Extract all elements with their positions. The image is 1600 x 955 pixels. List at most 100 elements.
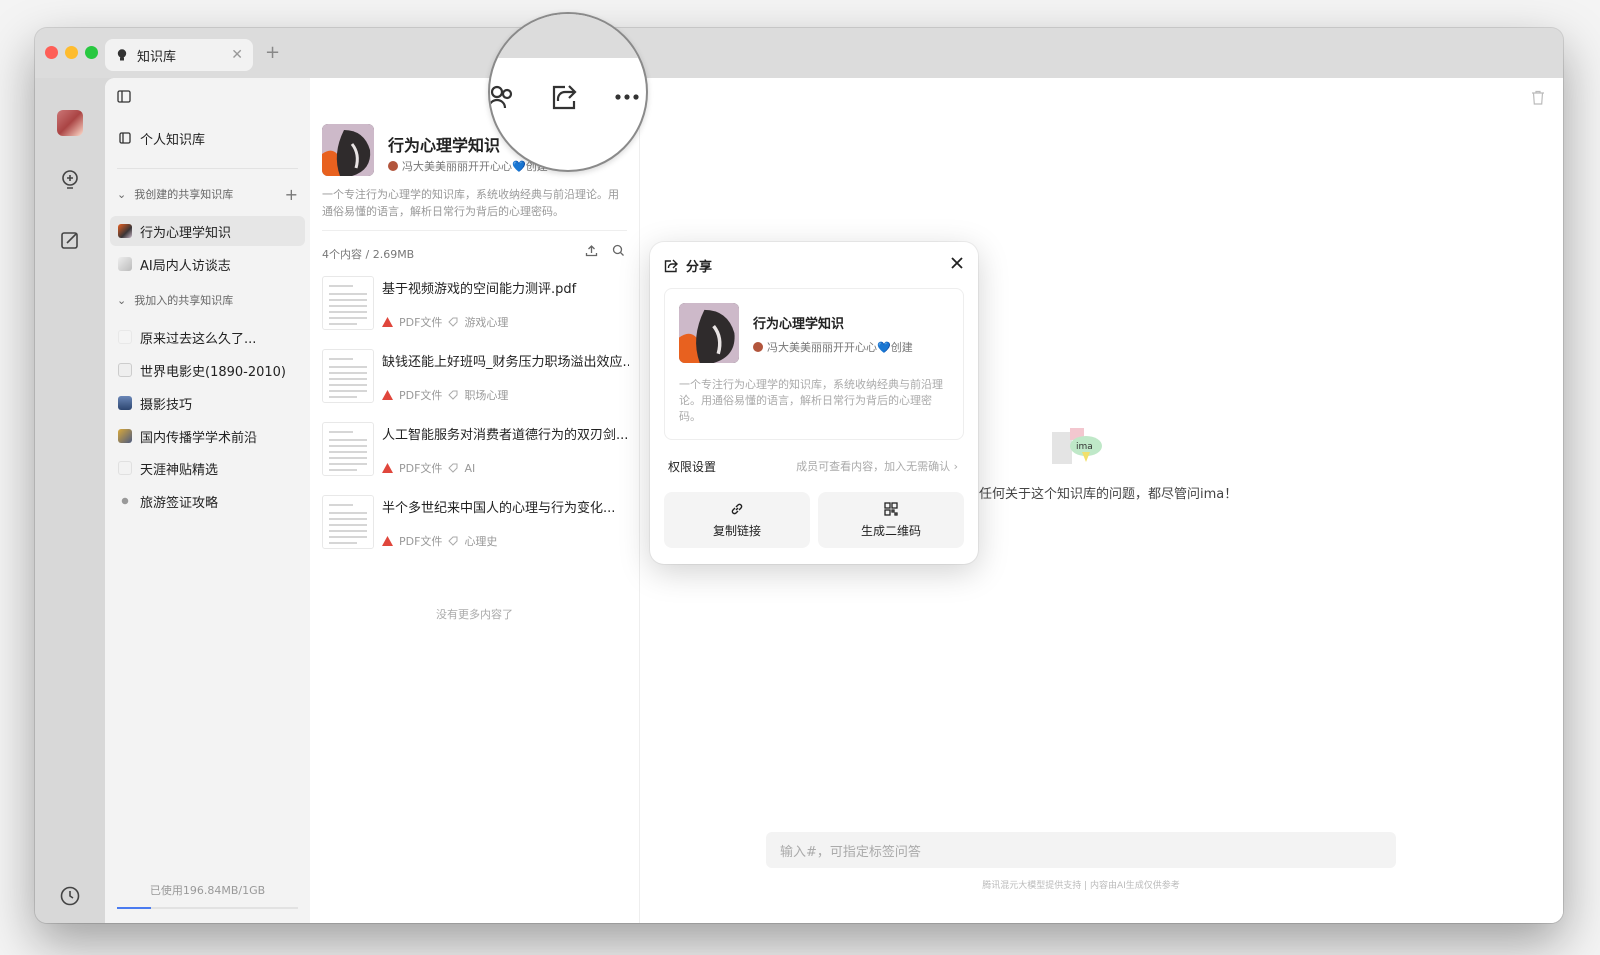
knowledge-base-nav[interactable] [58,168,82,192]
created-section-header[interactable]: ⌄ 我创建的共享知识库 + [117,184,298,204]
sidebar-item-label: AI局内人访谈志 [140,258,231,274]
share-icon [664,259,678,272]
chat-input[interactable]: 输入#，可指定标签问答 [766,832,1396,868]
minimize-window-button[interactable] [65,46,78,59]
share-dialog-header: 分享 [664,256,712,275]
title-bar: 知识库 ✕ + [35,28,1563,78]
kb-creator: 冯大美美丽丽开开心心💙创建 [388,158,548,174]
tag-icon [448,317,458,327]
tab-knowledge-base[interactable]: 知识库 ✕ [105,39,253,71]
app-rail [35,78,105,923]
maximize-window-button[interactable] [85,46,98,59]
permission-settings-value[interactable]: 成员可查看内容，加入无需确认 › [796,458,958,474]
divider [322,230,627,231]
end-of-list-note: 没有更多内容了 [436,608,513,621]
user-avatar[interactable] [57,110,83,136]
more-options-button[interactable] [610,80,644,114]
document-item[interactable]: 半个多世纪来中国人的心理与行为变化... PDF文件 心理史 [322,495,629,555]
sidebar-item-joined[interactable]: 国内传播学学术前沿 [110,421,305,451]
tab-close-icon[interactable]: ✕ [231,47,243,63]
pdf-icon [382,390,393,400]
book-icon [119,132,131,144]
document-title: 半个多世纪来中国人的心理与行为变化... [382,501,616,516]
kb-cover-image [322,124,374,176]
search-icon[interactable] [612,244,625,257]
kb-thumbnail [118,224,132,238]
history-nav[interactable] [58,884,82,908]
share-icon [552,85,577,110]
trash-icon [1532,90,1544,105]
sidebar-item-label: 国内传播学学术前沿 [140,430,258,446]
section-label: 我创建的共享知识库 [134,188,234,201]
delete-button[interactable] [1531,90,1545,109]
add-knowledge-base-button[interactable]: + [285,185,298,204]
document-thumbnail [322,349,374,403]
kb-thumbnail [118,494,132,508]
kb-title: 行为心理学知识 [388,136,501,155]
generate-qr-button[interactable]: 生成二维码 [818,492,964,548]
chevron-down-icon: ⌄ [117,187,127,201]
members-icon [490,85,513,109]
kb-thumbnail [118,330,132,344]
share-kb-description: 一个专注行为心理学的知识库，系统收纳经典与前沿理论。用通俗易懂的语言，解析日常行… [679,378,943,423]
sidebar-item-ai-interviews[interactable]: AI局内人访谈志 [110,249,305,279]
share-kb-card: 行为心理学知识 冯大美美丽丽开开心心💙创建 一个专注行为心理学的知识库，系统收纳… [664,288,964,440]
kb-thumbnail [118,257,132,271]
share-dialog-title: 分享 [686,260,713,275]
sidebar-item-label: 旅游签证攻略 [140,495,219,511]
sidebar-item-joined[interactable]: 天涯神贴精选 [110,453,305,483]
notes-nav[interactable] [58,228,82,252]
sidebar-item-joined[interactable]: 旅游签证攻略 [110,486,305,516]
document-tag: 心理史 [464,535,498,548]
divider [117,168,298,169]
document-title: 基于视频游戏的空间能力测评.pdf [382,282,577,297]
copy-link-button[interactable]: 复制链接 [664,492,810,548]
members-button[interactable] [490,80,518,114]
document-thumbnail [322,276,374,330]
document-thumbnail [322,422,374,476]
joined-section-header[interactable]: ⌄ 我加入的共享知识库 [117,290,298,310]
more-icon [615,94,639,100]
share-kb-creator: 冯大美美丽丽开开心心💙创建 [753,339,913,355]
chevron-down-icon: ⌄ [117,293,127,307]
section-label: 我加入的共享知识库 [134,294,234,307]
pdf-icon [382,463,393,473]
sidebar-item-label: 行为心理学知识 [140,225,232,241]
permission-value-text: 成员可查看内容，加入无需确认 [796,460,951,473]
storage-progress-fill [117,907,152,909]
clock-icon [60,886,80,906]
lightbulb-plus-icon [62,170,78,189]
permission-settings-label: 权限设置 [668,460,717,474]
lightbulb-icon [117,49,127,61]
document-item[interactable]: 人工智能服务对消费者道德行为的双刃剑... PDF文件 AI [322,422,629,482]
sidebar-item-label: 世界电影史(1890-2010) [140,364,287,380]
document-tag: AI [464,461,476,475]
sidebar-item-joined[interactable]: 世界电影史(1890-2010) [110,355,305,385]
sidebar-item-joined[interactable]: 摄影技巧 [110,388,305,418]
close-window-button[interactable] [45,46,58,59]
sidebar-toggle-button[interactable] [117,90,131,107]
kb-thumbnail [118,461,132,475]
sidebar-item-behavioral-psychology[interactable]: 行为心理学知识 [110,216,305,246]
document-meta: PDF文件 心理史 [382,533,497,549]
document-title: 缺钱还能上好班吗_财务压力职场溢出效应... [382,355,629,370]
document-item[interactable]: 基于视频游戏的空间能力测评.pdf PDF文件 游戏心理 [322,276,629,336]
document-item[interactable]: 缺钱还能上好班吗_财务压力职场溢出效应... PDF文件 职场心理 [322,349,629,409]
document-thumbnail [322,495,374,549]
edit-square-icon [61,232,78,249]
new-tab-button[interactable]: + [265,42,280,63]
tag-icon [448,390,458,400]
sidebar-item-joined[interactable]: 原来过去这么久了... [110,322,305,352]
chat-hint: 任何关于这个知识库的问题，都尽管问ima！ [979,487,1238,502]
upload-icon[interactable] [585,244,598,257]
document-meta: PDF文件 职场心理 [382,387,508,403]
knowledge-base-panel: 行为心理学知识 冯大美美丽丽开开心心💙创建 一个专注行为心理学的知识库，系统收纳… [310,78,640,923]
share-dialog: 分享 行为心理学知识 冯大美美丽丽开开心心💙创建 一个专注行为心理学的知识库，系… [650,242,978,564]
qr-code-icon [884,501,898,516]
document-type: PDF文件 [399,462,443,475]
share-dialog-close-button[interactable] [950,256,964,274]
pdf-icon [382,536,393,546]
sidebar-item-personal[interactable]: 个人知识库 [110,123,305,153]
sidebar-toggle-icon [117,90,131,103]
share-button[interactable] [547,80,581,114]
